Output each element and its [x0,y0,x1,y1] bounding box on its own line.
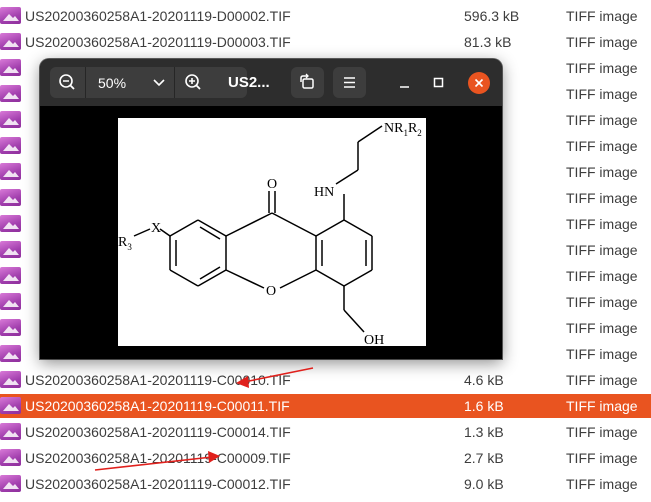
image-file-icon [0,267,21,284]
r3-label: R3 [118,235,132,252]
image-file-icon [0,59,21,76]
image-canvas[interactable]: NR1R2 HN O X R3 O OH [118,118,426,348]
chemical-structure-image: NR1R2 HN O X R3 O OH [118,121,422,348]
zoom-in-button[interactable] [175,67,210,98]
hydroxyl-label: OH [364,333,384,346]
zoom-level-value[interactable]: 50% [98,75,126,91]
file-type: TIFF image [566,216,638,232]
file-type: TIFF image [566,190,638,206]
hn-label: HN [314,185,334,200]
viewer-title: US2... [228,74,270,91]
image-file-icon [0,189,21,206]
image-file-icon [0,137,21,154]
image-file-icon [0,241,21,258]
image-viewer-window: 50% US2... NR1R2 HN O X R3 O OH [40,59,502,359]
file-name: US20200360258A1-20201119-D00002.TIF [25,8,291,24]
carbonyl-oxygen-label: O [267,177,277,192]
zoom-out-icon [59,74,75,90]
file-size: 81.3 kB [464,34,512,50]
file-type: TIFF image [566,8,638,24]
file-name: US20200360258A1-20201119-C00010.TIF [25,372,291,388]
file-size: 2.7 kB [464,450,504,466]
file-size: 4.6 kB [464,372,504,388]
file-type: TIFF image [566,398,638,414]
rotate-icon [300,73,314,89]
file-name: US20200360258A1-20201119-D00003.TIF [25,34,291,50]
zoom-in-icon [185,74,201,90]
file-type: TIFF image [566,320,638,336]
file-name: US20200360258A1-20201119-C00012.TIF [25,476,291,492]
image-file-icon [0,345,21,362]
ring-oxygen-label: O [266,284,276,299]
close-icon [474,78,484,88]
minimize-icon [400,86,409,88]
file-row[interactable]: US20200360258A1-20201119-D00002.TIF 596.3… [0,4,651,28]
file-name: US20200360258A1-20201119-C00011.TIF [25,398,290,414]
image-file-icon [0,397,21,414]
file-row[interactable]: US20200360258A1-20201119-C00012.TIF 9.0 k… [0,472,651,496]
file-type: TIFF image [566,34,638,50]
file-type: TIFF image [566,372,638,388]
image-file-icon [0,449,21,466]
x-label: X [151,221,161,236]
file-type: TIFF image [566,294,638,310]
file-type: TIFF image [566,138,638,154]
file-name: US20200360258A1-20201119-C00009.TIF [25,450,291,466]
hamburger-menu-icon [344,77,355,88]
image-file-icon [0,7,21,24]
viewer-headerbar: 50% US2... [40,59,502,106]
file-row[interactable]: US20200360258A1-20201119-C00010.TIF 4.6 k… [0,368,651,392]
image-file-icon [0,85,21,102]
maximize-icon [433,77,444,88]
minimize-button[interactable] [396,74,414,92]
file-type: TIFF image [566,112,638,128]
maximize-button[interactable] [430,74,448,92]
file-size: 9.0 kB [464,476,504,492]
file-type: TIFF image [566,346,638,362]
file-type: TIFF image [566,164,638,180]
image-file-icon [0,215,21,232]
image-file-icon [0,475,21,492]
file-type: TIFF image [566,424,638,440]
file-type: TIFF image [566,242,638,258]
zoom-controls: 50% [50,67,247,98]
file-size: 596.3 kB [464,8,520,24]
file-row[interactable]: US20200360258A1-20201119-C00011.TIF 1.6 k… [0,394,651,418]
file-row[interactable]: US20200360258A1-20201119-D00003.TIF 81.3 … [0,30,651,54]
file-type: TIFF image [566,450,638,466]
file-size: 1.3 kB [464,424,504,440]
file-size: 1.6 kB [464,398,504,414]
zoom-out-button[interactable] [50,67,85,98]
file-type: TIFF image [566,60,638,76]
image-file-icon [0,293,21,310]
image-file-icon [0,423,21,440]
file-row[interactable]: US20200360258A1-20201119-C00009.TIF 2.7 k… [0,446,651,470]
file-row[interactable]: US20200360258A1-20201119-C00014.TIF 1.3 k… [0,420,651,444]
image-file-icon [0,111,21,128]
menu-button[interactable] [333,67,366,98]
zoom-dropdown-button[interactable] [146,67,172,98]
file-name: US20200360258A1-20201119-C00014.TIF [25,424,291,440]
zoom-separator [85,67,86,98]
image-file-icon [0,33,21,50]
chevron-down-icon [153,79,165,87]
close-button[interactable] [468,72,490,94]
file-type: TIFF image [566,476,638,492]
file-type: TIFF image [566,268,638,284]
amine-label: NR1R2 [384,121,422,138]
file-type: TIFF image [566,86,638,102]
rotate-button[interactable] [291,67,324,98]
image-file-icon [0,371,21,388]
image-file-icon [0,319,21,336]
image-file-icon [0,163,21,180]
